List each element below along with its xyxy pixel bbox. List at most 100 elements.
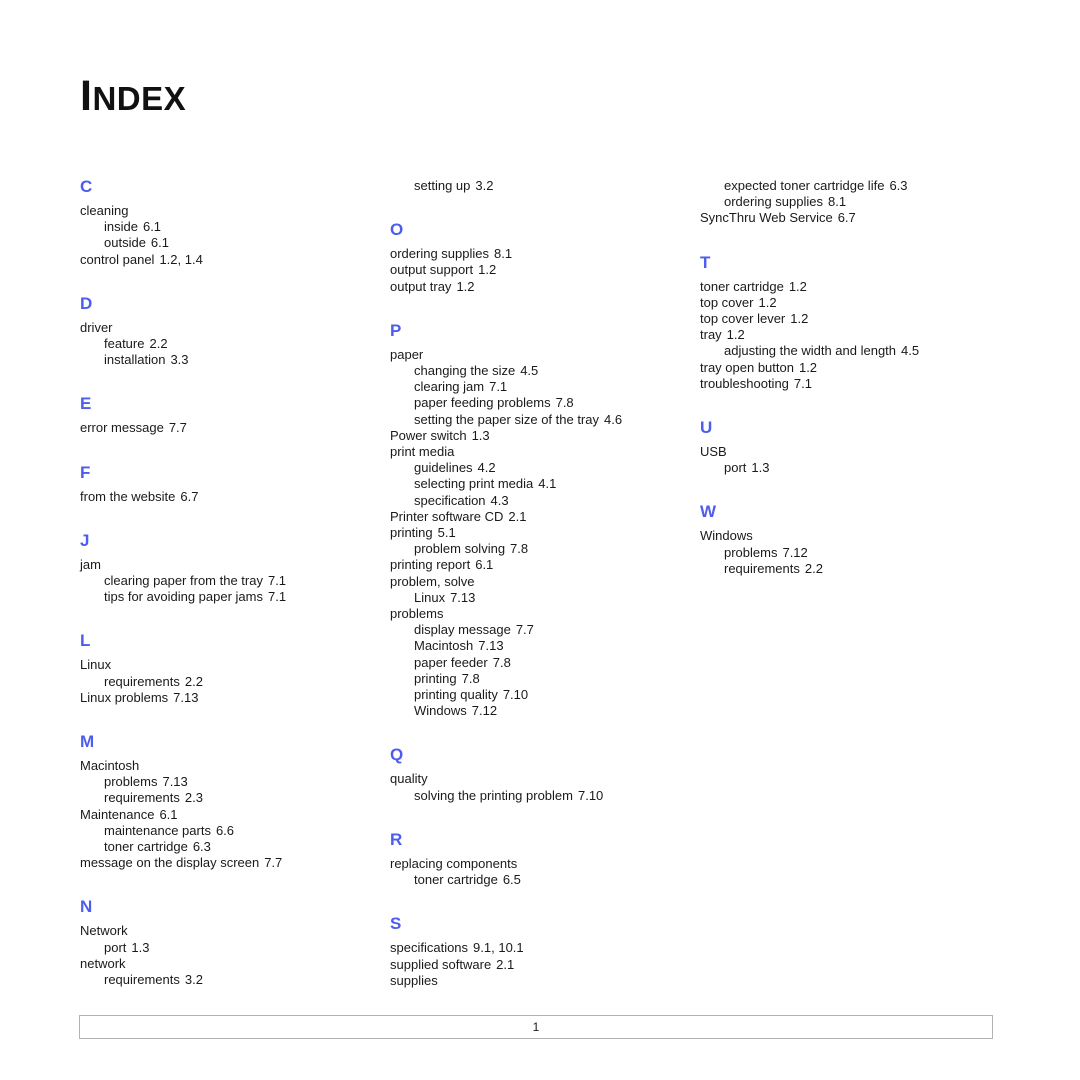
entry-locator: 2.3 [184,790,203,806]
entry-locator: 7.1 [267,589,287,605]
entry-label: troubleshooting [700,375,789,391]
entry-label: setting up [414,178,471,193]
entry-label: replacing components [390,855,518,871]
index-subentry: clearing paper from the tray 7.1 [80,573,390,589]
index-subentry: outside 6.1 [80,235,390,251]
entry-label: problem, solve [390,573,475,589]
index-entry: SyncThru Web Service 6.7 [700,210,1000,226]
entry-label: requirements [104,972,180,988]
entry-locator: 6.3 [889,178,908,193]
index-subentry: problem solving 7.8 [390,541,700,557]
letter-heading-f: F [80,462,91,482]
entry-label: ordering supplies [724,194,824,210]
entry-label: output support [390,262,474,278]
index-subentry: Macintosh 7.13 [390,638,700,654]
entry-label: port [724,460,747,476]
entry-locator: 3.3 [170,352,189,368]
index-entry: Windows [700,528,1000,544]
index-entry: error message 7.7 [80,420,390,436]
entry-label: Power switch [390,427,467,443]
entry-locator: 7.12 [782,544,808,560]
index-entry: printing report 6.1 [390,557,700,573]
index-entry: top cover 1.2 [700,295,1000,311]
index-entry: supplied software 2.1 [390,957,700,973]
index-subentry: paper feeding problems 7.8 [390,395,700,411]
entry-label: changing the size [414,363,516,379]
index-entry: message on the display screen 7.7 [80,855,390,871]
entry-label: from the website [80,488,176,504]
index-entry: toner cartridge 1.2 [700,279,1000,295]
entry-label: specification [414,492,486,508]
index-entry: from the website 6.7 [80,489,390,505]
index-subentry: port 1.3 [700,460,1000,476]
entry-locator: 2.1 [496,956,515,972]
index-entry: replacing components [390,856,700,872]
entry-label: installation [104,352,166,368]
entry-locator: 4.6 [604,411,623,427]
entry-locator: 2.1 [508,508,527,524]
column-2: setting up 3.2 Oordering supplies 8.1 output… [390,178,700,989]
entry-locator: 7.13 [173,689,199,705]
index-subentry: adjusting the width and length 4.5 [700,343,1000,359]
index-columns: Ccleaning inside 6.1 outside 6.1 control pane… [80,178,1000,989]
entry-locator: 6.7 [837,210,856,226]
index-entry: Macintosh [80,758,390,774]
entry-locator: 1.2 [798,359,818,375]
entry-locator: 4.1 [538,476,557,492]
column-1: Ccleaning inside 6.1 outside 6.1 control pane… [80,178,390,988]
letter-heading-l: L [80,631,91,651]
entry-label: tips for avoiding paper jams [104,589,263,605]
index-entry: output tray 1.2 [390,279,700,295]
index-entry: troubleshooting 7.1 [700,376,1000,392]
index-subentry: problems 7.13 [80,774,390,790]
entry-label: tray [700,327,722,343]
index-entry: problem, solve [390,574,700,590]
entry-locator: 8.1 [828,194,847,210]
entry-locator: 7.13 [162,774,188,790]
entry-label: solving the printing problem [414,787,573,803]
entry-label: supplied software [390,956,492,972]
entry-locator: 6.3 [192,839,211,855]
entry-label: toner cartridge [414,872,498,888]
entry-label: printing report [390,557,471,573]
entry-label: Maintenance [80,806,155,822]
entry-locator: 1.2 [726,327,745,343]
entry-label: output tray [390,278,452,294]
index-subentry: requirements 2.2 [700,561,1000,577]
entry-label: top cover [700,294,754,310]
entry-locator: 7.10 [577,787,604,803]
entry-label: printing [390,525,433,541]
entry-label: Windows [700,528,753,544]
letter-heading-s: S [390,914,402,934]
index-subentry: tips for avoiding paper jams 7.1 [80,589,390,605]
index-entry: Linux problems 7.13 [80,690,390,706]
entry-label: inside [104,219,138,235]
entry-locator: 7.1 [267,573,287,589]
entry-label: driver [80,319,113,335]
index-entry: supplies [390,973,700,989]
entry-locator: 3.2 [475,178,494,193]
entry-locator: 3.2 [184,972,203,988]
entry-label: USB [700,444,727,460]
entry-label: problem solving [414,541,506,557]
entry-label: jam [80,556,101,572]
entry-label: outside [104,235,146,251]
entry-locator: 7.8 [461,670,480,686]
index-subentry: changing the size 4.5 [390,363,700,379]
entry-label: paper feeding problems [414,395,551,411]
entry-label: guidelines [414,460,473,476]
entry-label: ordering supplies [390,246,490,262]
entry-label: printing quality [414,687,498,703]
index-entry: USB [700,444,1000,460]
index-entry: jam [80,557,390,573]
entry-label: cleaning [80,203,129,218]
index-entry: Maintenance 6.1 [80,807,390,823]
index-subentry: feature 2.2 [80,336,390,352]
entry-label: clearing paper from the tray [104,573,263,589]
letter-heading-t: T [700,252,711,272]
entry-label: toner cartridge [104,839,188,855]
entry-label: requirements [104,673,180,689]
column-3: expected toner cartridge life 6.3 ordering… [700,178,1000,577]
entry-locator: 1.2 [478,262,497,278]
entry-locator: 6.1 [150,235,169,251]
